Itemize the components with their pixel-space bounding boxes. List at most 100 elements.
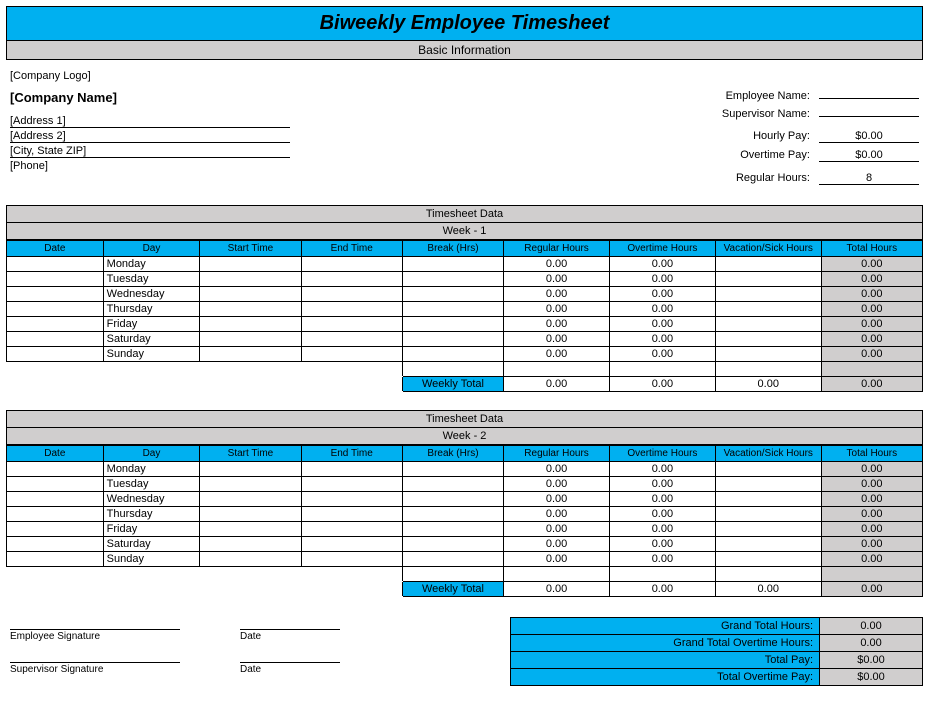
cell-date[interactable] (7, 492, 104, 507)
overtime-pay-field[interactable]: $0.00 (819, 149, 919, 162)
cell-total: 0.00 (821, 332, 922, 347)
cell-ot: 0.00 (609, 522, 715, 537)
cell-start[interactable] (200, 347, 301, 362)
cell-end[interactable] (301, 317, 402, 332)
cell-start[interactable] (200, 492, 301, 507)
supervisor-signature-line[interactable]: Supervisor Signature (10, 662, 180, 675)
grand-total-ot-label: Grand Total Overtime Hours: (511, 635, 820, 652)
cell-date[interactable] (7, 272, 104, 287)
cell-start[interactable] (200, 462, 301, 477)
cell-vac[interactable] (715, 302, 821, 317)
cell-break[interactable] (402, 507, 503, 522)
cell-total: 0.00 (821, 462, 922, 477)
cell-start[interactable] (200, 552, 301, 567)
cell-end[interactable] (301, 257, 402, 272)
cell-end[interactable] (301, 507, 402, 522)
regular-hours-field[interactable]: 8 (819, 172, 919, 185)
col-date: Date (7, 446, 104, 462)
cell-start[interactable] (200, 272, 301, 287)
cell-date[interactable] (7, 522, 104, 537)
cell-vac[interactable] (715, 462, 821, 477)
cell-date[interactable] (7, 347, 104, 362)
cell-start[interactable] (200, 302, 301, 317)
cell-date[interactable] (7, 317, 104, 332)
cell-vac[interactable] (715, 272, 821, 287)
cell-vac[interactable] (715, 552, 821, 567)
cell-vac[interactable] (715, 347, 821, 362)
cell-start[interactable] (200, 332, 301, 347)
cell-vac[interactable] (715, 522, 821, 537)
cell-vac[interactable] (715, 257, 821, 272)
cell-total: 0.00 (821, 507, 922, 522)
col-total: Total Hours (821, 446, 922, 462)
cell-end[interactable] (301, 347, 402, 362)
cell-break[interactable] (402, 552, 503, 567)
hourly-pay-field[interactable]: $0.00 (819, 130, 919, 143)
employee-signature-date[interactable]: Date (240, 629, 340, 642)
cell-end[interactable] (301, 272, 402, 287)
cell-vac[interactable] (715, 287, 821, 302)
cell-end[interactable] (301, 477, 402, 492)
cell-vac[interactable] (715, 537, 821, 552)
cell-break[interactable] (402, 272, 503, 287)
cell-vac[interactable] (715, 507, 821, 522)
employee-name-field[interactable] (819, 98, 919, 99)
col-start: Start Time (200, 241, 301, 257)
cell-end[interactable] (301, 522, 402, 537)
cell-ot: 0.00 (609, 347, 715, 362)
supervisor-signature-date[interactable]: Date (240, 662, 340, 675)
city-state-zip[interactable]: [City, State ZIP] (10, 145, 290, 158)
cell-date[interactable] (7, 332, 104, 347)
cell-break[interactable] (402, 522, 503, 537)
cell-date[interactable] (7, 287, 104, 302)
cell-date[interactable] (7, 552, 104, 567)
cell-break[interactable] (402, 257, 503, 272)
cell-break[interactable] (402, 492, 503, 507)
table-row: Wednesday0.000.000.00 (7, 287, 923, 302)
spacer-row (7, 362, 923, 377)
cell-start[interactable] (200, 257, 301, 272)
address-1[interactable]: [Address 1] (10, 115, 290, 128)
cell-vac[interactable] (715, 332, 821, 347)
cell-start[interactable] (200, 537, 301, 552)
cell-date[interactable] (7, 257, 104, 272)
cell-break[interactable] (402, 332, 503, 347)
col-date: Date (7, 241, 104, 257)
cell-date[interactable] (7, 462, 104, 477)
cell-end[interactable] (301, 492, 402, 507)
cell-break[interactable] (402, 302, 503, 317)
cell-reg: 0.00 (504, 522, 610, 537)
cell-break[interactable] (402, 287, 503, 302)
spacer-row (7, 567, 923, 582)
cell-end[interactable] (301, 332, 402, 347)
cell-break[interactable] (402, 477, 503, 492)
cell-date[interactable] (7, 537, 104, 552)
employee-signature-line[interactable]: Employee Signature (10, 629, 180, 642)
cell-vac[interactable] (715, 492, 821, 507)
cell-start[interactable] (200, 522, 301, 537)
cell-vac[interactable] (715, 477, 821, 492)
cell-end[interactable] (301, 462, 402, 477)
total-ot-pay-value: $0.00 (820, 669, 923, 686)
cell-day: Monday (103, 462, 200, 477)
cell-end[interactable] (301, 302, 402, 317)
address-2[interactable]: [Address 2] (10, 130, 290, 143)
cell-start[interactable] (200, 317, 301, 332)
cell-break[interactable] (402, 317, 503, 332)
cell-break[interactable] (402, 462, 503, 477)
supervisor-name-field[interactable] (819, 116, 919, 117)
cell-date[interactable] (7, 477, 104, 492)
cell-end[interactable] (301, 537, 402, 552)
cell-break[interactable] (402, 347, 503, 362)
cell-vac[interactable] (715, 317, 821, 332)
cell-date[interactable] (7, 302, 104, 317)
cell-end[interactable] (301, 552, 402, 567)
weekly-total-row: Weekly Total0.000.000.000.00 (7, 582, 923, 597)
cell-start[interactable] (200, 287, 301, 302)
cell-start[interactable] (200, 507, 301, 522)
cell-date[interactable] (7, 507, 104, 522)
cell-end[interactable] (301, 287, 402, 302)
cell-break[interactable] (402, 537, 503, 552)
company-name: [Company Name] (10, 90, 419, 105)
cell-start[interactable] (200, 477, 301, 492)
